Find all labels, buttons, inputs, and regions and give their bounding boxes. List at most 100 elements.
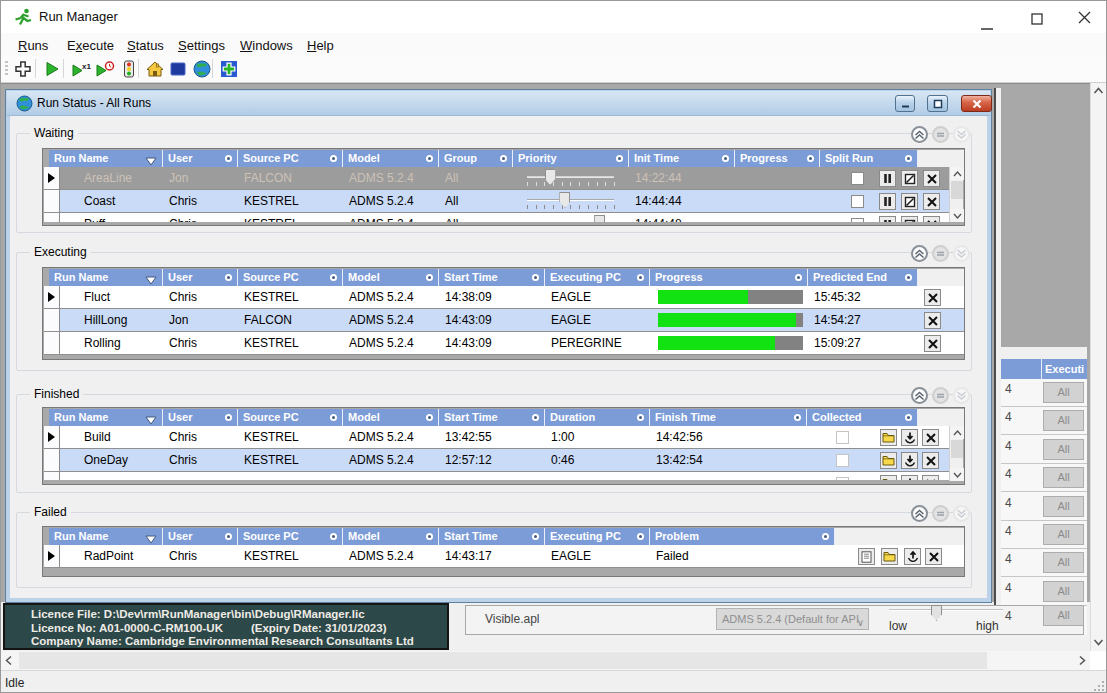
column-header-executing-pc[interactable]: Executing PC	[545, 528, 650, 545]
group-all-button[interactable]: All	[1043, 382, 1084, 403]
group-all-button[interactable]: All	[1043, 467, 1084, 488]
column-header-source-pc[interactable]: Source PC	[238, 150, 343, 167]
group-all-button[interactable]: All	[1043, 496, 1084, 517]
open-folder-button[interactable]	[880, 429, 897, 446]
collect-run-button[interactable]	[901, 452, 918, 469]
menu-status[interactable]: Status	[123, 36, 168, 55]
collapse-up-button[interactable]	[911, 245, 928, 262]
delete-run-button[interactable]	[922, 475, 939, 480]
menu-execute[interactable]: Execute	[63, 36, 118, 55]
stop-run-button[interactable]	[924, 335, 941, 352]
column-header-progress[interactable]: Progress	[650, 269, 808, 286]
pause-run-button[interactable]	[879, 170, 896, 187]
maximize-button[interactable]	[1031, 11, 1043, 29]
finished-row-2[interactable]	[44, 472, 951, 480]
view-log-button[interactable]	[858, 548, 875, 565]
waiting-row-Coast[interactable]: CoastChrisKESTRELADMS 5.2.4All14:44:44	[44, 190, 951, 213]
column-header-run-name[interactable]: Run Name	[49, 269, 163, 286]
column-header-finish-time[interactable]: Finish Time	[650, 409, 807, 426]
executing-row-Rolling[interactable]: RollingChrisKESTRELADMS 5.2.414:43:09PER…	[44, 332, 964, 355]
column-header-predicted-end[interactable]: Predicted End	[808, 269, 918, 286]
column-header-run-name[interactable]: Run Name	[49, 409, 163, 426]
delete-run-button[interactable]	[925, 548, 942, 565]
open-folder-button[interactable]	[881, 548, 898, 565]
split_run-checkbox[interactable]	[851, 218, 864, 222]
column-header-model[interactable]: Model	[343, 269, 439, 286]
collect-run-button[interactable]	[901, 429, 918, 446]
executing-row-Fluct[interactable]: FluctChrisKESTRELADMS 5.2.414:38:09EAGLE…	[44, 286, 964, 309]
column-header-priority[interactable]: Priority	[513, 150, 629, 167]
menu-help[interactable]: Help	[303, 36, 338, 55]
start-run-x1-icon[interactable]: x1	[69, 58, 93, 80]
traffic-light-icon[interactable]	[117, 58, 141, 80]
column-header-start-time[interactable]: Start Time	[439, 269, 545, 286]
column-header-group[interactable]: Group	[439, 150, 513, 167]
split_run-checkbox[interactable]	[851, 172, 864, 185]
menu-runs[interactable]: Runs	[14, 36, 52, 55]
collected-checkbox[interactable]	[836, 477, 849, 480]
delete-run-button[interactable]	[923, 193, 940, 210]
menu-windows[interactable]: Windows	[236, 36, 297, 55]
stop-icon[interactable]	[166, 58, 190, 80]
close-button[interactable]	[1078, 10, 1091, 28]
finished-row-Build[interactable]: BuildChrisKESTRELADMS 5.2.413:42:551:001…	[44, 426, 951, 449]
group-all-button[interactable]: All	[1043, 410, 1084, 431]
collapse-restore-button[interactable]	[932, 245, 949, 262]
column-header-split-run[interactable]: Split Run	[820, 150, 918, 167]
collapse-restore-button[interactable]	[932, 387, 949, 404]
column-header-model[interactable]: Model	[343, 528, 439, 545]
group-all-button[interactable]: All	[1043, 524, 1084, 545]
collapse-down-button[interactable]	[953, 126, 970, 143]
edit-run-button[interactable]	[901, 216, 918, 222]
resize-grip[interactable]	[1093, 679, 1105, 693]
finished-scrollbar[interactable]	[949, 426, 963, 481]
globe-icon[interactable]	[190, 58, 214, 80]
executing-row-HillLong[interactable]: HillLongJonFALCONADMS 5.2.414:43:09EAGLE…	[44, 309, 964, 332]
delete-run-button[interactable]	[922, 452, 939, 469]
start-run-icon[interactable]	[40, 58, 64, 80]
new-run-icon[interactable]	[11, 58, 35, 80]
waiting-scrollbar[interactable]	[949, 167, 963, 222]
group-all-button[interactable]: All	[1043, 439, 1084, 460]
collapse-up-button[interactable]	[911, 387, 928, 404]
minimize-button[interactable]	[981, 16, 993, 34]
dialog-minimize-button[interactable]	[895, 95, 915, 112]
column-header-user[interactable]: User	[163, 150, 238, 167]
collapse-up-button[interactable]	[911, 126, 928, 143]
column-header-progress[interactable]: Progress	[735, 150, 820, 167]
column-header-user[interactable]: User	[163, 528, 238, 545]
resubmit-run-button[interactable]	[904, 548, 921, 565]
home-icon[interactable]	[143, 58, 167, 80]
group-all-button[interactable]: All	[1043, 581, 1084, 602]
start-run-scheduled-icon[interactable]	[93, 58, 117, 80]
column-header-source-pc[interactable]: Source PC	[238, 528, 343, 545]
collapse-restore-button[interactable]	[932, 126, 949, 143]
open-folder-button[interactable]	[880, 452, 897, 469]
collapse-down-button[interactable]	[953, 387, 970, 404]
vertical-scrollbar[interactable]	[1090, 83, 1107, 651]
column-header-duration[interactable]: Duration	[545, 409, 650, 426]
column-header-source-pc[interactable]: Source PC	[238, 269, 343, 286]
column-header-model[interactable]: Model	[343, 409, 439, 426]
model-dropdown[interactable]: ADMS 5.2.4 (Default for API∨	[716, 608, 869, 630]
column-header-init-time[interactable]: Init Time	[629, 150, 735, 167]
pause-run-button[interactable]	[879, 193, 896, 210]
collapse-restore-button[interactable]	[932, 505, 949, 522]
priority-slider[interactable]	[514, 213, 630, 222]
adms-model-icon[interactable]	[217, 58, 241, 80]
edit-run-button[interactable]	[901, 170, 918, 187]
column-header-run-name[interactable]: Run Name	[49, 528, 163, 545]
column-header-collected[interactable]: Collected	[807, 409, 918, 426]
dialog-restore-button[interactable]	[927, 95, 948, 112]
finished-row-OneDay[interactable]: OneDayChrisKESTRELADMS 5.2.412:57:120:46…	[44, 449, 951, 472]
collected-checkbox[interactable]	[836, 454, 849, 467]
waiting-row-AreaLine[interactable]: AreaLineJonFALCONADMS 5.2.4All14:22:44	[44, 167, 951, 190]
group-all-button[interactable]: All	[1043, 605, 1084, 626]
collapse-down-button[interactable]	[953, 245, 970, 262]
collapse-up-button[interactable]	[911, 505, 928, 522]
split_run-checkbox[interactable]	[851, 195, 864, 208]
group-all-button[interactable]: All	[1043, 552, 1084, 573]
collected-checkbox[interactable]	[836, 431, 849, 444]
delete-run-button[interactable]	[923, 216, 940, 222]
collapse-down-button[interactable]	[953, 505, 970, 522]
